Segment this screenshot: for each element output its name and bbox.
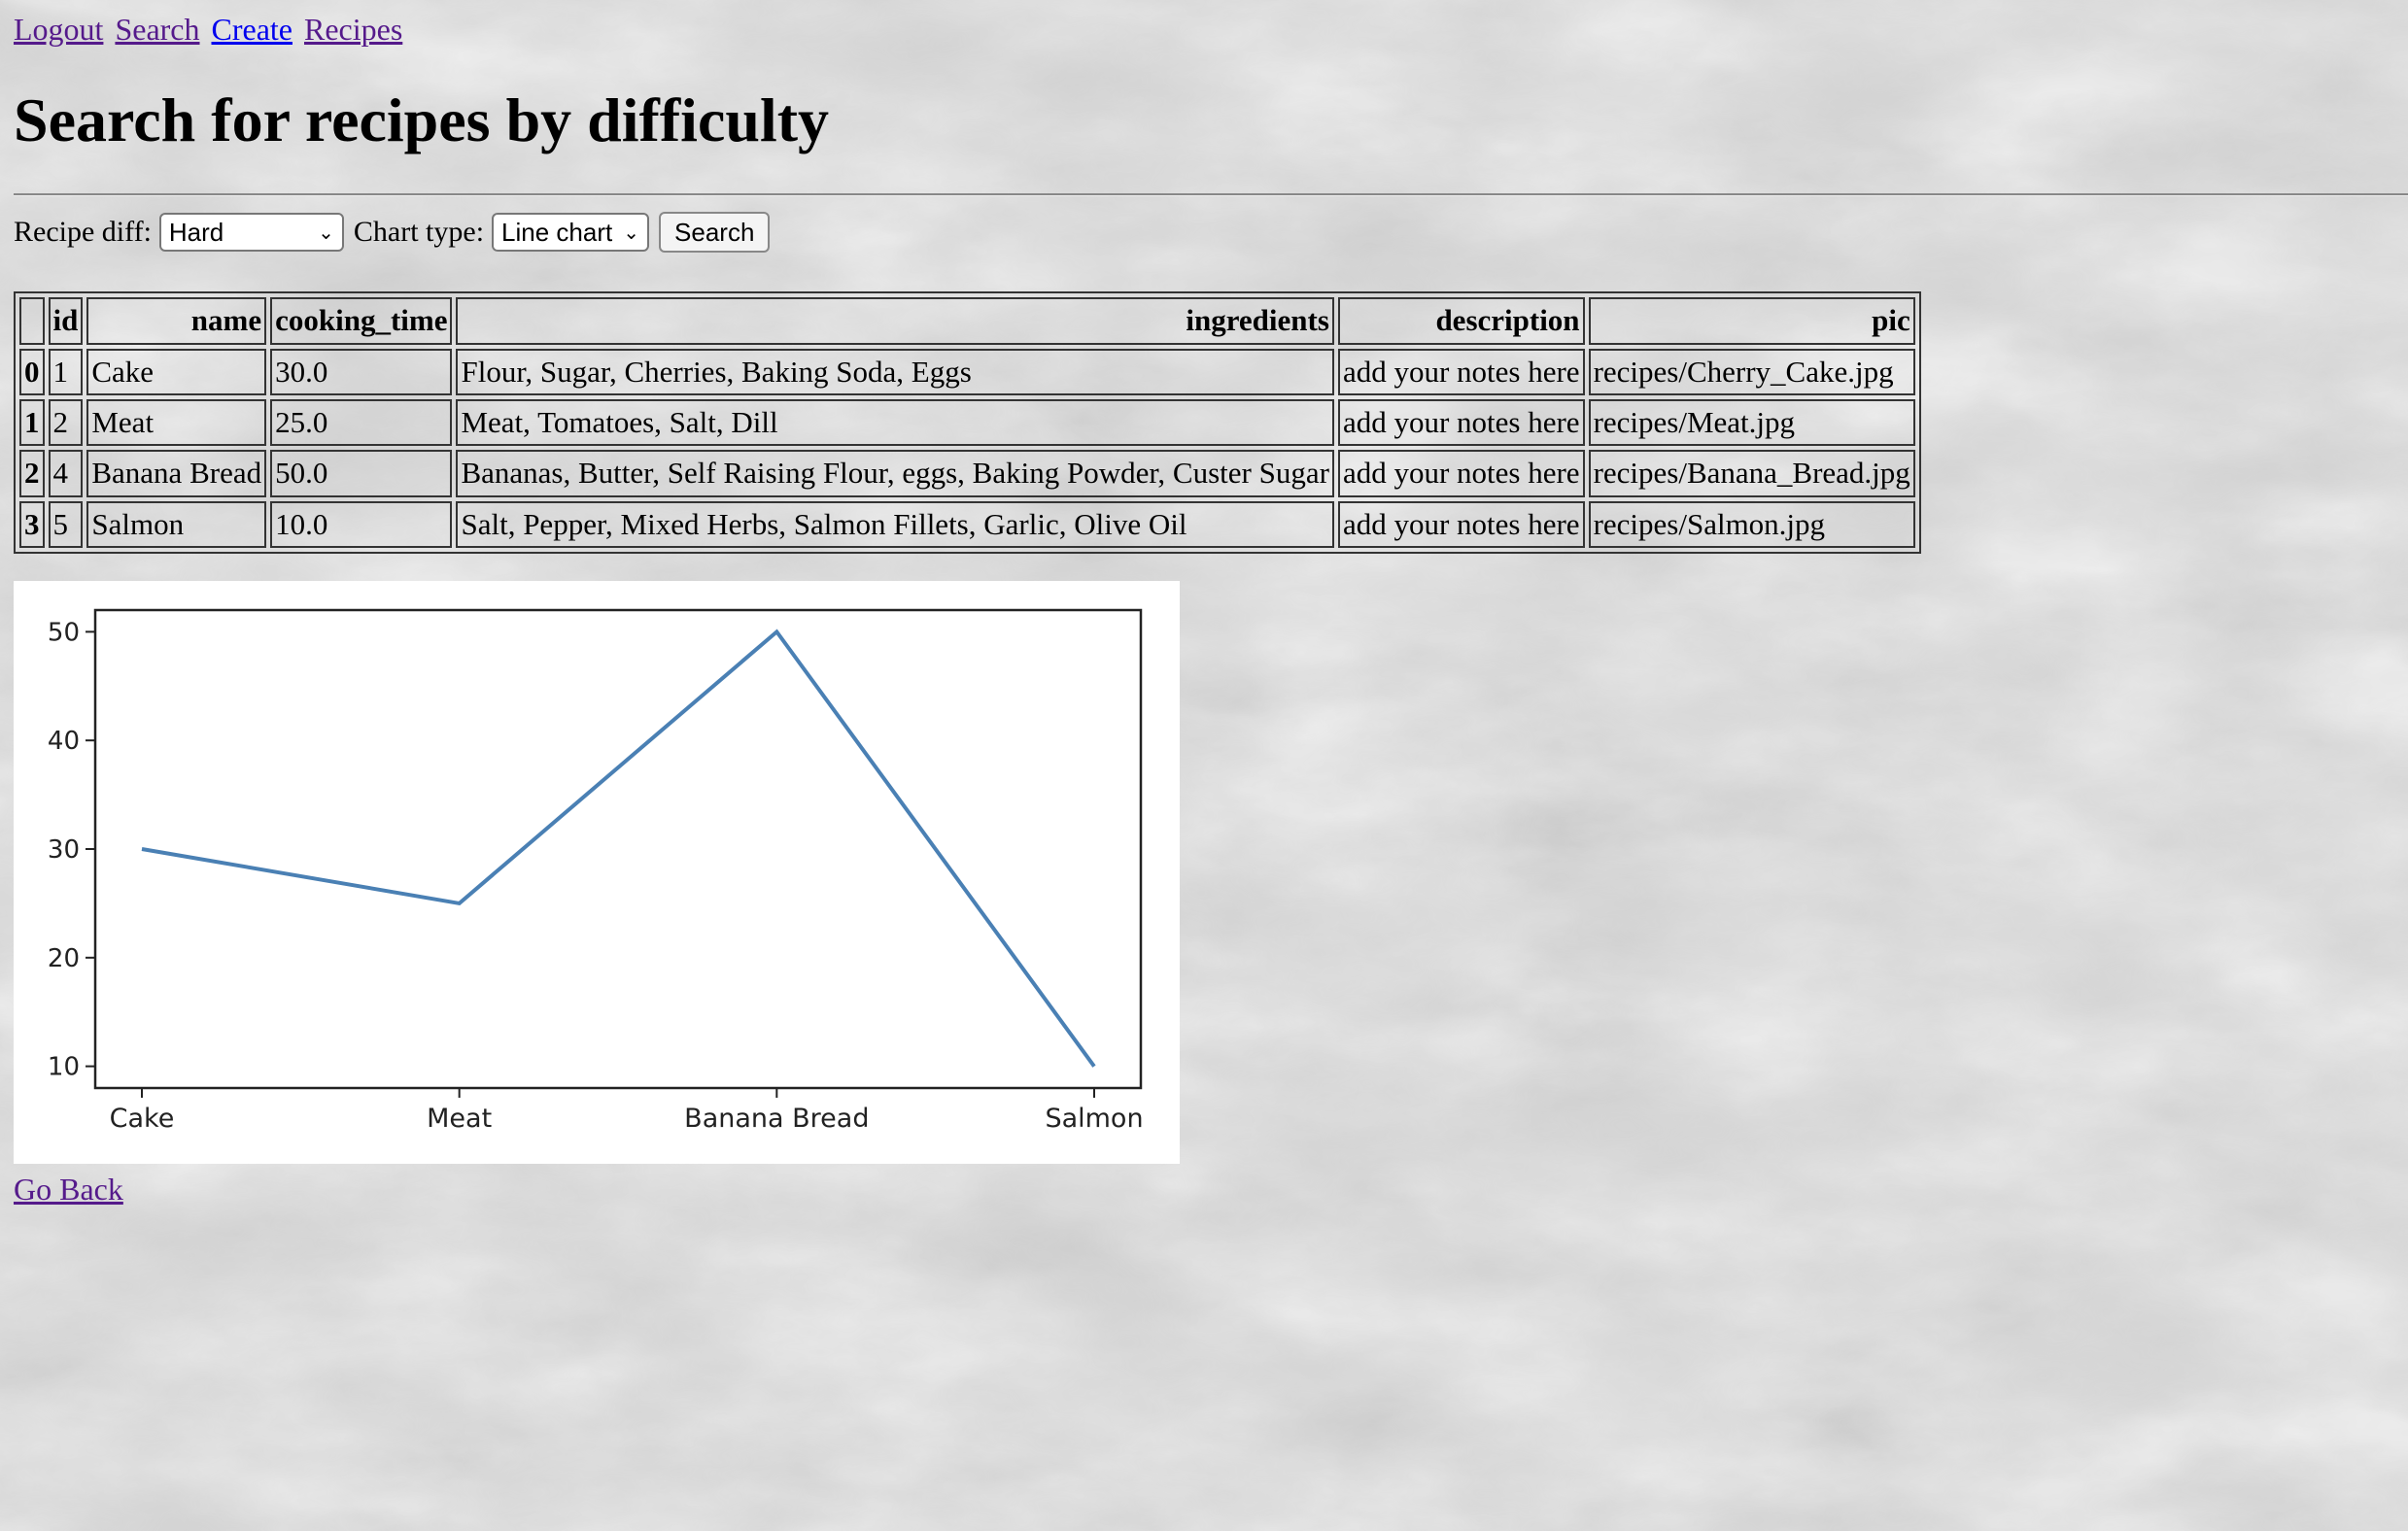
y-tick-label: 30: [48, 835, 80, 865]
recipe-diff-label: Recipe diff:: [14, 216, 152, 249]
cell-pic: recipes/Banana_Bread.jpg: [1588, 450, 1915, 497]
cell-name: Salmon: [86, 500, 267, 548]
cell-name: Banana Bread: [86, 450, 267, 497]
cell-name: Cake: [86, 348, 267, 395]
top-nav: Logout Search Create Recipes: [14, 12, 2394, 48]
header-id: id: [48, 297, 84, 345]
cell-id: 1: [48, 348, 84, 395]
cell-cooking-time: 50.0: [270, 450, 453, 497]
table-row: 3 5 Salmon 10.0 Salt, Pepper, Mixed Herb…: [19, 500, 1915, 548]
chart-svg: 10 20 30 40 50 Cake Meat Banana Bread Salmon: [48, 608, 1144, 1134]
cell-cooking-time: 30.0: [270, 348, 453, 395]
cell-ingredients: Flour, Sugar, Cherries, Baking Soda, Egg…: [456, 348, 1334, 395]
x-tick-label: Banana Bread: [684, 1104, 869, 1134]
cell-description: add your notes here: [1337, 398, 1585, 447]
header-cooking-time: cooking_time: [270, 297, 453, 345]
plot-frame: [93, 608, 1143, 1090]
table-row: 1 2 Meat 25.0 Meat, Tomatoes, Salt, Dill…: [19, 398, 1915, 447]
table-header-row: id name cooking_time ingredients descrip…: [19, 297, 1915, 345]
search-form: Recipe diff: Hard ⌄ Chart type: Line cha…: [14, 212, 2394, 254]
table-row: 0 1 Cake 30.0 Flour, Sugar, Cherries, Ba…: [19, 348, 1915, 395]
divider: [14, 193, 2408, 197]
cell-ingredients: Meat, Tomatoes, Salt, Dill: [456, 398, 1334, 447]
cell-id: 4: [48, 450, 84, 497]
recipe-diff-select[interactable]: Hard ⌄: [158, 213, 344, 253]
cell-cooking-time: 10.0: [270, 500, 453, 548]
header-index: [19, 297, 45, 345]
y-tick-label: 40: [48, 727, 80, 756]
go-back-link[interactable]: Go Back: [14, 1172, 123, 1208]
row-index: 3: [19, 500, 45, 548]
recipes-link[interactable]: Recipes: [304, 12, 402, 47]
cell-id: 5: [48, 500, 84, 548]
cell-name: Meat: [86, 398, 267, 447]
cell-description: add your notes here: [1337, 348, 1585, 395]
x-tick-label: Meat: [427, 1104, 492, 1134]
y-tick-label: 20: [48, 944, 80, 973]
x-tick-label: Cake: [110, 1104, 175, 1134]
page-title: Search for recipes by difficulty: [14, 85, 830, 154]
header-pic: pic: [1588, 297, 1915, 345]
cell-cooking-time: 25.0: [270, 398, 453, 447]
y-tick-label: 50: [48, 618, 80, 647]
line-chart: 10 20 30 40 50 Cake Meat Banana Bread Salmon: [14, 580, 1180, 1164]
logout-link[interactable]: Logout: [14, 12, 103, 47]
recipes-table: id name cooking_time ingredients descrip…: [14, 291, 1921, 554]
cell-pic: recipes/Meat.jpg: [1588, 398, 1915, 447]
header-name: name: [86, 297, 267, 345]
header-description: description: [1337, 297, 1585, 345]
cell-ingredients: Salt, Pepper, Mixed Herbs, Salmon Fillet…: [456, 500, 1334, 548]
create-link[interactable]: Create: [212, 12, 293, 47]
chart-type-value: Line chart: [501, 217, 613, 247]
cell-pic: recipes/Cherry_Cake.jpg: [1588, 348, 1915, 395]
y-tick-label: 10: [48, 1053, 80, 1082]
row-index: 2: [19, 450, 45, 497]
x-tick-label: Salmon: [1045, 1104, 1143, 1134]
recipe-diff-value: Hard: [168, 217, 224, 247]
chevron-down-icon: ⌄: [623, 221, 640, 244]
cell-pic: recipes/Salmon.jpg: [1588, 500, 1915, 548]
row-index: 1: [19, 398, 45, 447]
search-link[interactable]: Search: [115, 12, 199, 47]
header-ingredients: ingredients: [456, 297, 1334, 345]
cell-description: add your notes here: [1337, 450, 1585, 497]
row-index: 0: [19, 348, 45, 395]
cell-description: add your notes here: [1337, 500, 1585, 548]
chart-type-select[interactable]: Line chart ⌄: [492, 213, 650, 253]
table-row: 2 4 Banana Bread 50.0 Bananas, Butter, S…: [19, 450, 1915, 497]
chart-type-label: Chart type:: [353, 216, 485, 249]
search-button[interactable]: Search: [659, 212, 771, 254]
chevron-down-icon: ⌄: [318, 221, 334, 244]
cell-ingredients: Bananas, Butter, Self Raising Flour, egg…: [456, 450, 1334, 497]
cell-id: 2: [48, 398, 84, 447]
